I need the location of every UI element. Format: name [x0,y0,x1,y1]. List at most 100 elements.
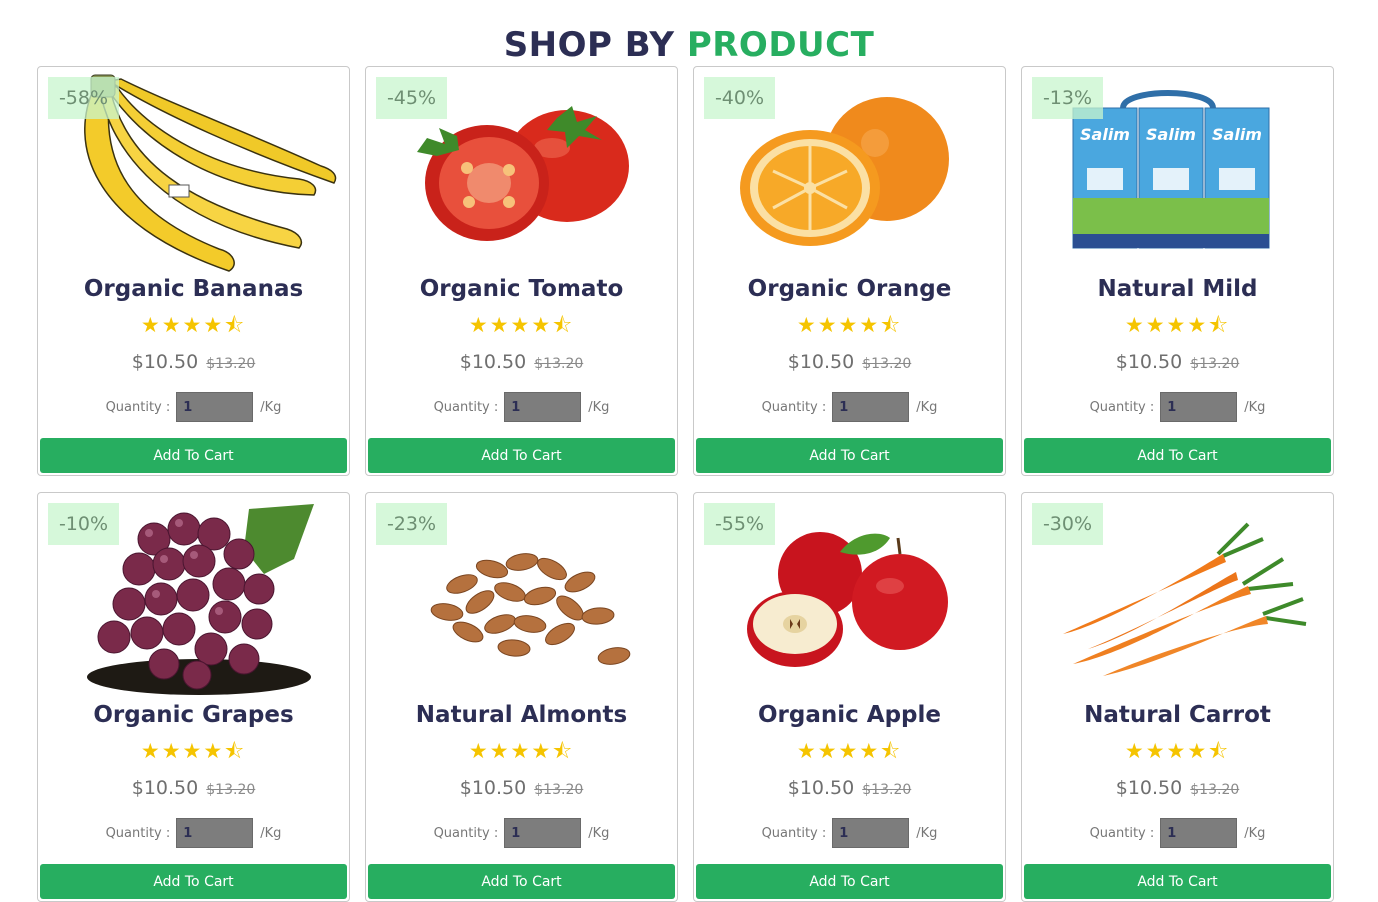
quantity-label: Quantity : [1089,399,1155,415]
product-card: -13% Salim Salim Salim Natural Mild ★★★★… [1021,66,1334,476]
product-name[interactable]: Organic Apple [694,700,1005,730]
price: $10.50 $13.20 [1022,775,1333,803]
milk-brand-text: Salim [1080,125,1130,144]
rating-stars: ★★★★⯪ [140,313,247,337]
rating-stars: ★★★★⯪ [1124,313,1231,337]
milk-brand-text: Salim [1212,125,1262,144]
old-price: $13.20 [206,356,256,372]
quantity-input[interactable] [176,818,254,848]
rating-stars: ★★★★⯪ [468,313,575,337]
product-grid: -58% Organic Bananas ★★★★⯪ $10.50 $13.20… [37,66,1334,902]
discount-badge: -13% [1032,77,1103,119]
rating-stars: ★★★★⯪ [796,313,903,337]
product-card: -40% Organic Orange ★★★★⯪ $10.50 $13.20 [693,66,1006,476]
add-to-cart-button[interactable]: Add To Cart [1024,864,1331,899]
old-price: $13.20 [534,782,584,798]
old-price: $13.20 [1190,782,1240,798]
product-name[interactable]: Organic Orange [694,274,1005,304]
product-card: -23% Natural Almonts ★★★★⯪ $10.50 $13.20… [365,492,678,902]
quantity-input[interactable] [504,818,582,848]
product-card: -10% Organic Grapes ★★★★⯪ $10.50 $13.20 … [37,492,350,902]
quantity-label: Quantity : [105,825,171,841]
quantity-row: Quantity : /Kg [694,817,1005,849]
quantity-row: Quantity : /Kg [366,817,677,849]
discount-badge: -55% [704,503,775,545]
price: $10.50 $13.20 [366,349,677,377]
product-name[interactable]: Organic Bananas [38,274,349,304]
product-name[interactable]: Natural Almonts [366,700,677,730]
discount-badge: -10% [48,503,119,545]
unit-label: /Kg [916,399,938,415]
product-name[interactable]: Organic Grapes [38,700,349,730]
quantity-label: Quantity : [433,399,499,415]
old-price: $13.20 [534,356,584,372]
current-price: $10.50 [1115,351,1183,373]
quantity-input[interactable] [1160,392,1238,422]
add-to-cart-button[interactable]: Add To Cart [368,864,675,899]
milk-brand-text: Salim [1146,125,1196,144]
rating-stars: ★★★★⯪ [140,739,247,763]
unit-label: /Kg [588,825,610,841]
quantity-input[interactable] [832,392,910,422]
current-price: $10.50 [131,351,199,373]
rating-stars: ★★★★⯪ [468,739,575,763]
quantity-row: Quantity : /Kg [694,391,1005,423]
quantity-label: Quantity : [761,825,827,841]
product-name[interactable]: Natural Mild [1022,274,1333,304]
current-price: $10.50 [787,777,855,799]
current-price: $10.50 [787,351,855,373]
quantity-row: Quantity : /Kg [1022,391,1333,423]
heading-part-1: SHOP BY [503,24,675,65]
unit-label: /Kg [916,825,938,841]
quantity-label: Quantity : [761,399,827,415]
quantity-label: Quantity : [1089,825,1155,841]
unit-label: /Kg [260,825,282,841]
current-price: $10.50 [1115,777,1183,799]
product-card: -30% Natural Carrot ★★★★⯪ $10.50 $13.20 … [1021,492,1334,902]
discount-badge: -45% [376,77,447,119]
unit-label: /Kg [1244,399,1266,415]
quantity-input[interactable] [176,392,254,422]
current-price: $10.50 [459,351,527,373]
section-heading: SHOP BY PRODUCT [0,23,1378,67]
price: $10.50 $13.20 [694,349,1005,377]
product-name[interactable]: Organic Tomato [366,274,677,304]
quantity-row: Quantity : /Kg [1022,817,1333,849]
quantity-row: Quantity : /Kg [38,817,349,849]
add-to-cart-button[interactable]: Add To Cart [1024,438,1331,473]
discount-badge: -30% [1032,503,1103,545]
add-to-cart-button[interactable]: Add To Cart [368,438,675,473]
old-price: $13.20 [862,356,912,372]
price: $10.50 $13.20 [38,349,349,377]
old-price: $13.20 [206,782,256,798]
current-price: $10.50 [459,777,527,799]
product-card: -45% Organic Tomato ★★★★⯪ $10.50 $13.20 … [365,66,678,476]
unit-label: /Kg [260,399,282,415]
add-to-cart-button[interactable]: Add To Cart [696,438,1003,473]
add-to-cart-button[interactable]: Add To Cart [40,438,347,473]
price: $10.50 $13.20 [1022,349,1333,377]
price: $10.50 $13.20 [694,775,1005,803]
unit-label: /Kg [588,399,610,415]
quantity-row: Quantity : /Kg [366,391,677,423]
discount-badge: -58% [48,77,119,119]
old-price: $13.20 [862,782,912,798]
quantity-input[interactable] [832,818,910,848]
add-to-cart-button[interactable]: Add To Cart [696,864,1003,899]
discount-badge: -40% [704,77,775,119]
quantity-label: Quantity : [433,825,499,841]
unit-label: /Kg [1244,825,1266,841]
quantity-row: Quantity : /Kg [38,391,349,423]
price: $10.50 $13.20 [366,775,677,803]
current-price: $10.50 [131,777,199,799]
product-card: -55% Organic Apple ★★★★⯪ $10.50 $13.20 Q… [693,492,1006,902]
add-to-cart-button[interactable]: Add To Cart [40,864,347,899]
old-price: $13.20 [1190,356,1240,372]
discount-badge: -23% [376,503,447,545]
product-name[interactable]: Natural Carrot [1022,700,1333,730]
quantity-input[interactable] [504,392,582,422]
product-card: -58% Organic Bananas ★★★★⯪ $10.50 $13.20… [37,66,350,476]
quantity-label: Quantity : [105,399,171,415]
quantity-input[interactable] [1160,818,1238,848]
rating-stars: ★★★★⯪ [796,739,903,763]
